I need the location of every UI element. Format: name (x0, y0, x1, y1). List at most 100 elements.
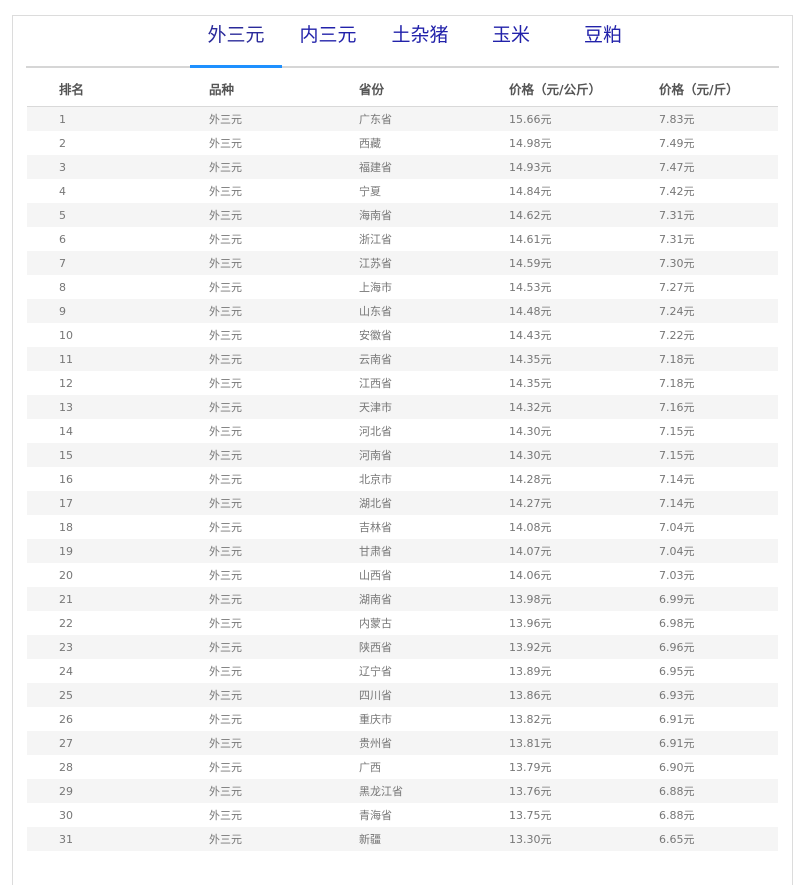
table-row: 4 外三元 宁夏 14.84元 7.42元 (27, 179, 778, 203)
cell-price-jin: 7.14元 (659, 473, 695, 486)
cell-price-jin: 7.15元 (659, 449, 695, 462)
cell-price-jin: 6.88元 (659, 785, 695, 798)
cell-price-jin: 7.14元 (659, 497, 695, 510)
cell-rank: 5 (59, 208, 66, 222)
table-header-row: 排名 品种 省份 价格（元/公斤） 价格（元/斤） (27, 70, 778, 107)
cell-price-jin: 7.24元 (659, 305, 695, 318)
cell-variety: 外三元 (209, 161, 242, 174)
cell-province: 福建省 (359, 161, 392, 174)
cell-price-kg: 14.84元 (509, 185, 552, 198)
cell-rank: 17 (59, 496, 73, 510)
cell-price-kg: 14.48元 (509, 305, 552, 318)
cell-price-kg: 13.30元 (509, 833, 552, 846)
cell-province: 海南省 (359, 209, 392, 222)
table-row: 2 外三元 西藏 14.98元 7.49元 (27, 131, 778, 155)
table-row: 7 外三元 江苏省 14.59元 7.30元 (27, 251, 778, 275)
header-rank: 排名 (27, 70, 209, 107)
cell-rank: 18 (59, 520, 73, 534)
cell-rank: 24 (59, 664, 73, 678)
tab-wai-san-yuan[interactable]: 外三元 (190, 20, 282, 68)
cell-province: 云南省 (359, 353, 392, 366)
cell-province: 江苏省 (359, 257, 392, 270)
header-price-jin: 价格（元/斤） (659, 70, 778, 107)
cell-price-kg: 13.76元 (509, 785, 552, 798)
tab-tu-za-zhu[interactable]: 土杂猪 (377, 20, 463, 68)
cell-price-kg: 13.79元 (509, 761, 552, 774)
cell-price-kg: 14.35元 (509, 377, 552, 390)
table-row: 22 外三元 内蒙古 13.96元 6.98元 (27, 611, 778, 635)
cell-variety: 外三元 (209, 449, 242, 462)
cell-price-jin: 6.65元 (659, 833, 695, 846)
cell-price-kg: 13.89元 (509, 665, 552, 678)
table-row: 6 外三元 浙江省 14.61元 7.31元 (27, 227, 778, 251)
cell-price-kg: 13.98元 (509, 593, 552, 606)
cell-variety: 外三元 (209, 401, 242, 414)
table-row: 14 外三元 河北省 14.30元 7.15元 (27, 419, 778, 443)
cell-rank: 20 (59, 568, 73, 582)
cell-rank: 11 (59, 352, 73, 366)
cell-variety: 外三元 (209, 113, 242, 126)
header-variety: 品种 (209, 70, 359, 107)
cell-variety: 外三元 (209, 761, 242, 774)
cell-province: 河南省 (359, 449, 392, 462)
cell-price-kg: 14.61元 (509, 233, 552, 246)
table-row: 30 外三元 青海省 13.75元 6.88元 (27, 803, 778, 827)
cell-price-jin: 7.18元 (659, 377, 695, 390)
cell-price-jin: 6.91元 (659, 737, 695, 750)
cell-price-kg: 14.08元 (509, 521, 552, 534)
tab-divider (26, 66, 779, 68)
cell-price-kg: 14.30元 (509, 449, 552, 462)
cell-variety: 外三元 (209, 809, 242, 822)
table-row: 19 外三元 甘肃省 14.07元 7.04元 (27, 539, 778, 563)
header-province: 省份 (359, 70, 509, 107)
tab-bar: 外三元 内三元 土杂猪 玉米 豆粕 (0, 20, 805, 68)
cell-rank: 10 (59, 328, 73, 342)
cell-province: 山东省 (359, 305, 392, 318)
cell-province: 宁夏 (359, 185, 381, 198)
tab-soybean-meal[interactable]: 豆粕 (568, 20, 638, 68)
table-row: 20 外三元 山西省 14.06元 7.03元 (27, 563, 778, 587)
cell-price-jin: 6.95元 (659, 665, 695, 678)
cell-price-kg: 14.62元 (509, 209, 552, 222)
cell-province: 广西 (359, 761, 381, 774)
cell-rank: 4 (59, 184, 66, 198)
cell-province: 重庆市 (359, 713, 392, 726)
cell-price-jin: 7.04元 (659, 545, 695, 558)
cell-variety: 外三元 (209, 185, 242, 198)
cell-rank: 6 (59, 232, 66, 246)
cell-province: 辽宁省 (359, 665, 392, 678)
cell-price-kg: 13.75元 (509, 809, 552, 822)
cell-price-kg: 14.93元 (509, 161, 552, 174)
cell-rank: 27 (59, 736, 73, 750)
table-row: 17 外三元 湖北省 14.27元 7.14元 (27, 491, 778, 515)
cell-variety: 外三元 (209, 593, 242, 606)
cell-province: 浙江省 (359, 233, 392, 246)
cell-province: 河北省 (359, 425, 392, 438)
cell-price-jin: 7.42元 (659, 185, 695, 198)
cell-variety: 外三元 (209, 281, 242, 294)
tab-nei-san-yuan[interactable]: 内三元 (285, 20, 371, 68)
cell-price-jin: 7.30元 (659, 257, 695, 270)
table-row: 28 外三元 广西 13.79元 6.90元 (27, 755, 778, 779)
cell-rank: 16 (59, 472, 73, 486)
cell-rank: 23 (59, 640, 73, 654)
cell-price-jin: 7.04元 (659, 521, 695, 534)
cell-province: 广东省 (359, 113, 392, 126)
cell-price-jin: 6.93元 (659, 689, 695, 702)
table-row: 9 外三元 山东省 14.48元 7.24元 (27, 299, 778, 323)
cell-variety: 外三元 (209, 737, 242, 750)
cell-price-kg: 13.96元 (509, 617, 552, 630)
cell-rank: 12 (59, 376, 73, 390)
cell-rank: 28 (59, 760, 73, 774)
table-row: 18 外三元 吉林省 14.08元 7.04元 (27, 515, 778, 539)
cell-rank: 14 (59, 424, 73, 438)
cell-price-jin: 6.99元 (659, 593, 695, 606)
cell-rank: 22 (59, 616, 73, 630)
cell-price-jin: 7.03元 (659, 569, 695, 582)
cell-province: 湖北省 (359, 497, 392, 510)
cell-variety: 外三元 (209, 377, 242, 390)
cell-price-jin: 7.31元 (659, 209, 695, 222)
table-body: 1 外三元 广东省 15.66元 7.83元 2 外三元 西藏 14.98元 7.49元 3 外三元 福… (27, 106, 778, 851)
tab-corn[interactable]: 玉米 (476, 20, 546, 68)
active-tab-indicator (190, 65, 282, 68)
